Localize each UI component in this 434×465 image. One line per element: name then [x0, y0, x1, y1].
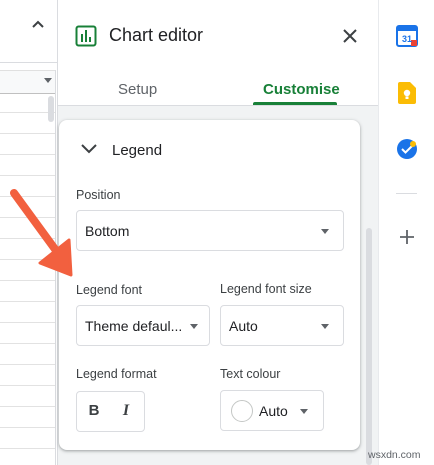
dropdown-arrow-icon: [190, 324, 198, 329]
toolbar-divider: [0, 62, 60, 63]
legend-font-size-label: Legend font size: [220, 282, 312, 296]
calendar-day: 31: [402, 34, 412, 44]
panel-title: Chart editor: [109, 25, 204, 45]
legend-font-size-value: Auto: [229, 318, 258, 334]
column-menu-icon[interactable]: [44, 78, 52, 84]
dropdown-arrow-icon: [300, 409, 308, 414]
chart-editor-panel: Chart editor Setup Customise Legend Posi…: [57, 0, 379, 465]
text-colour-label: Text colour: [220, 367, 281, 381]
tab-customise[interactable]: Customise: [263, 81, 340, 98]
tab-setup[interactable]: Setup: [118, 81, 157, 98]
legend-font-select[interactable]: Theme defaul...: [76, 305, 210, 346]
panel-header: Chart editor: [58, 0, 379, 72]
customise-content: Legend Position Bottom Legend font Theme…: [58, 106, 379, 465]
watermark: wsxdn.com: [368, 449, 421, 461]
calendar-icon[interactable]: 31: [396, 25, 418, 47]
bold-button[interactable]: B: [85, 402, 103, 419]
chart-icon: [75, 25, 97, 47]
legend-section-card: Legend Position Bottom Legend font Theme…: [59, 120, 360, 450]
position-value: Bottom: [85, 223, 130, 239]
legend-font-size-select[interactable]: Auto: [220, 305, 344, 346]
legend-font-value: Theme defaul...: [85, 318, 183, 334]
keep-icon[interactable]: [398, 82, 416, 104]
tasks-icon[interactable]: [396, 138, 418, 160]
panel-scrollbar[interactable]: [366, 228, 372, 465]
add-icon[interactable]: [399, 229, 415, 245]
legend-format-group: B I: [76, 391, 145, 432]
legend-font-label: Legend font: [76, 283, 143, 297]
colour-swatch: [231, 400, 253, 422]
editor-tabs: Setup Customise: [58, 72, 379, 106]
dropdown-arrow-icon: [321, 229, 329, 234]
annotation-arrow: [10, 189, 73, 277]
position-select[interactable]: Bottom: [76, 210, 344, 251]
collapse-toolbar-icon[interactable]: [31, 18, 45, 32]
legend-section-title[interactable]: Legend: [112, 142, 162, 159]
chevron-down-icon[interactable]: [81, 144, 97, 154]
text-colour-select[interactable]: Auto: [220, 390, 324, 431]
side-divider: [396, 193, 417, 194]
legend-format-label: Legend format: [76, 367, 157, 381]
close-icon[interactable]: [342, 28, 358, 44]
side-panel: 31: [378, 0, 434, 465]
sheet-scrollbar[interactable]: [48, 96, 54, 122]
italic-button[interactable]: I: [117, 402, 135, 420]
text-colour-value: Auto: [259, 403, 288, 419]
dropdown-arrow-icon: [321, 324, 329, 329]
